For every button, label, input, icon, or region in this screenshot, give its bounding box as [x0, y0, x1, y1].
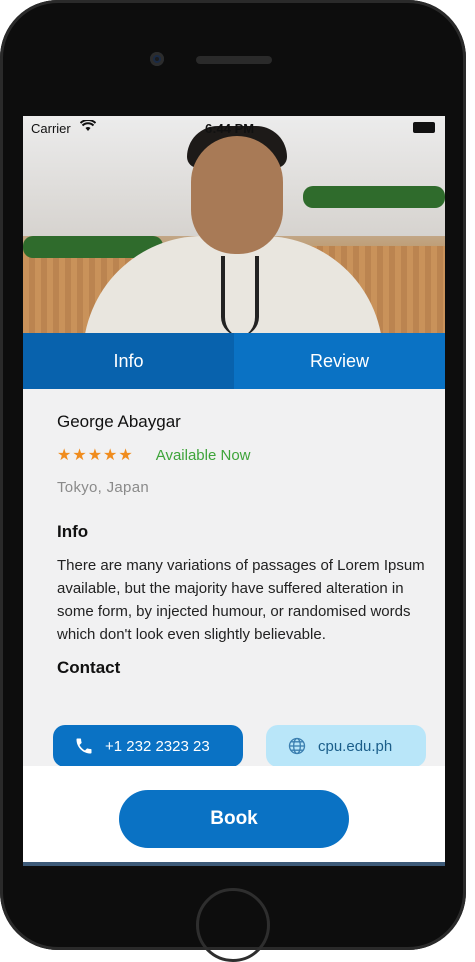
app-screen: Carrier 6:44 PM Info Review George Abayg… — [23, 116, 445, 866]
carrier-label: Carrier — [31, 121, 71, 136]
book-button[interactable]: Book — [119, 790, 349, 848]
wifi-icon — [79, 119, 97, 135]
battery-icon — [413, 122, 435, 133]
info-description: There are many variations of passages of… — [57, 557, 425, 643]
website-link: cpu.edu.ph — [318, 737, 393, 755]
star-rating: ★★★★★ — [57, 447, 134, 464]
home-indicator — [23, 862, 445, 866]
location-text: Tokyo, Japan — [57, 479, 149, 496]
profile-name: George Abaygar — [57, 412, 181, 431]
phone-number: +1 232 2323 23 — [105, 737, 210, 755]
tab-bar: Info Review — [23, 333, 445, 389]
info-heading: Info — [57, 522, 89, 541]
globe-icon — [286, 735, 308, 757]
phone-button[interactable]: +1 232 2323 23 — [53, 725, 243, 767]
profile-photo — [23, 116, 445, 333]
website-button[interactable]: cpu.edu.ph — [266, 725, 426, 767]
tab-info[interactable]: Info — [23, 333, 234, 389]
front-camera — [150, 52, 164, 66]
availability-status: Available Now — [155, 446, 251, 464]
rating-row: ★★★★★ Available Now — [57, 445, 427, 465]
phone-icon — [73, 735, 95, 757]
profile-details: George Abaygar ★★★★★ Available Now Tokyo… — [57, 412, 427, 678]
earpiece-speaker — [196, 56, 272, 64]
tab-review[interactable]: Review — [234, 333, 445, 389]
footer-bar: Book — [23, 766, 445, 866]
home-button[interactable] — [196, 888, 270, 962]
status-bar: Carrier 6:44 PM — [23, 116, 445, 140]
status-time: 6:44 PM — [205, 121, 255, 136]
contact-heading: Contact — [57, 658, 121, 677]
phone-frame: Carrier 6:44 PM Info Review George Abayg… — [0, 0, 466, 962]
